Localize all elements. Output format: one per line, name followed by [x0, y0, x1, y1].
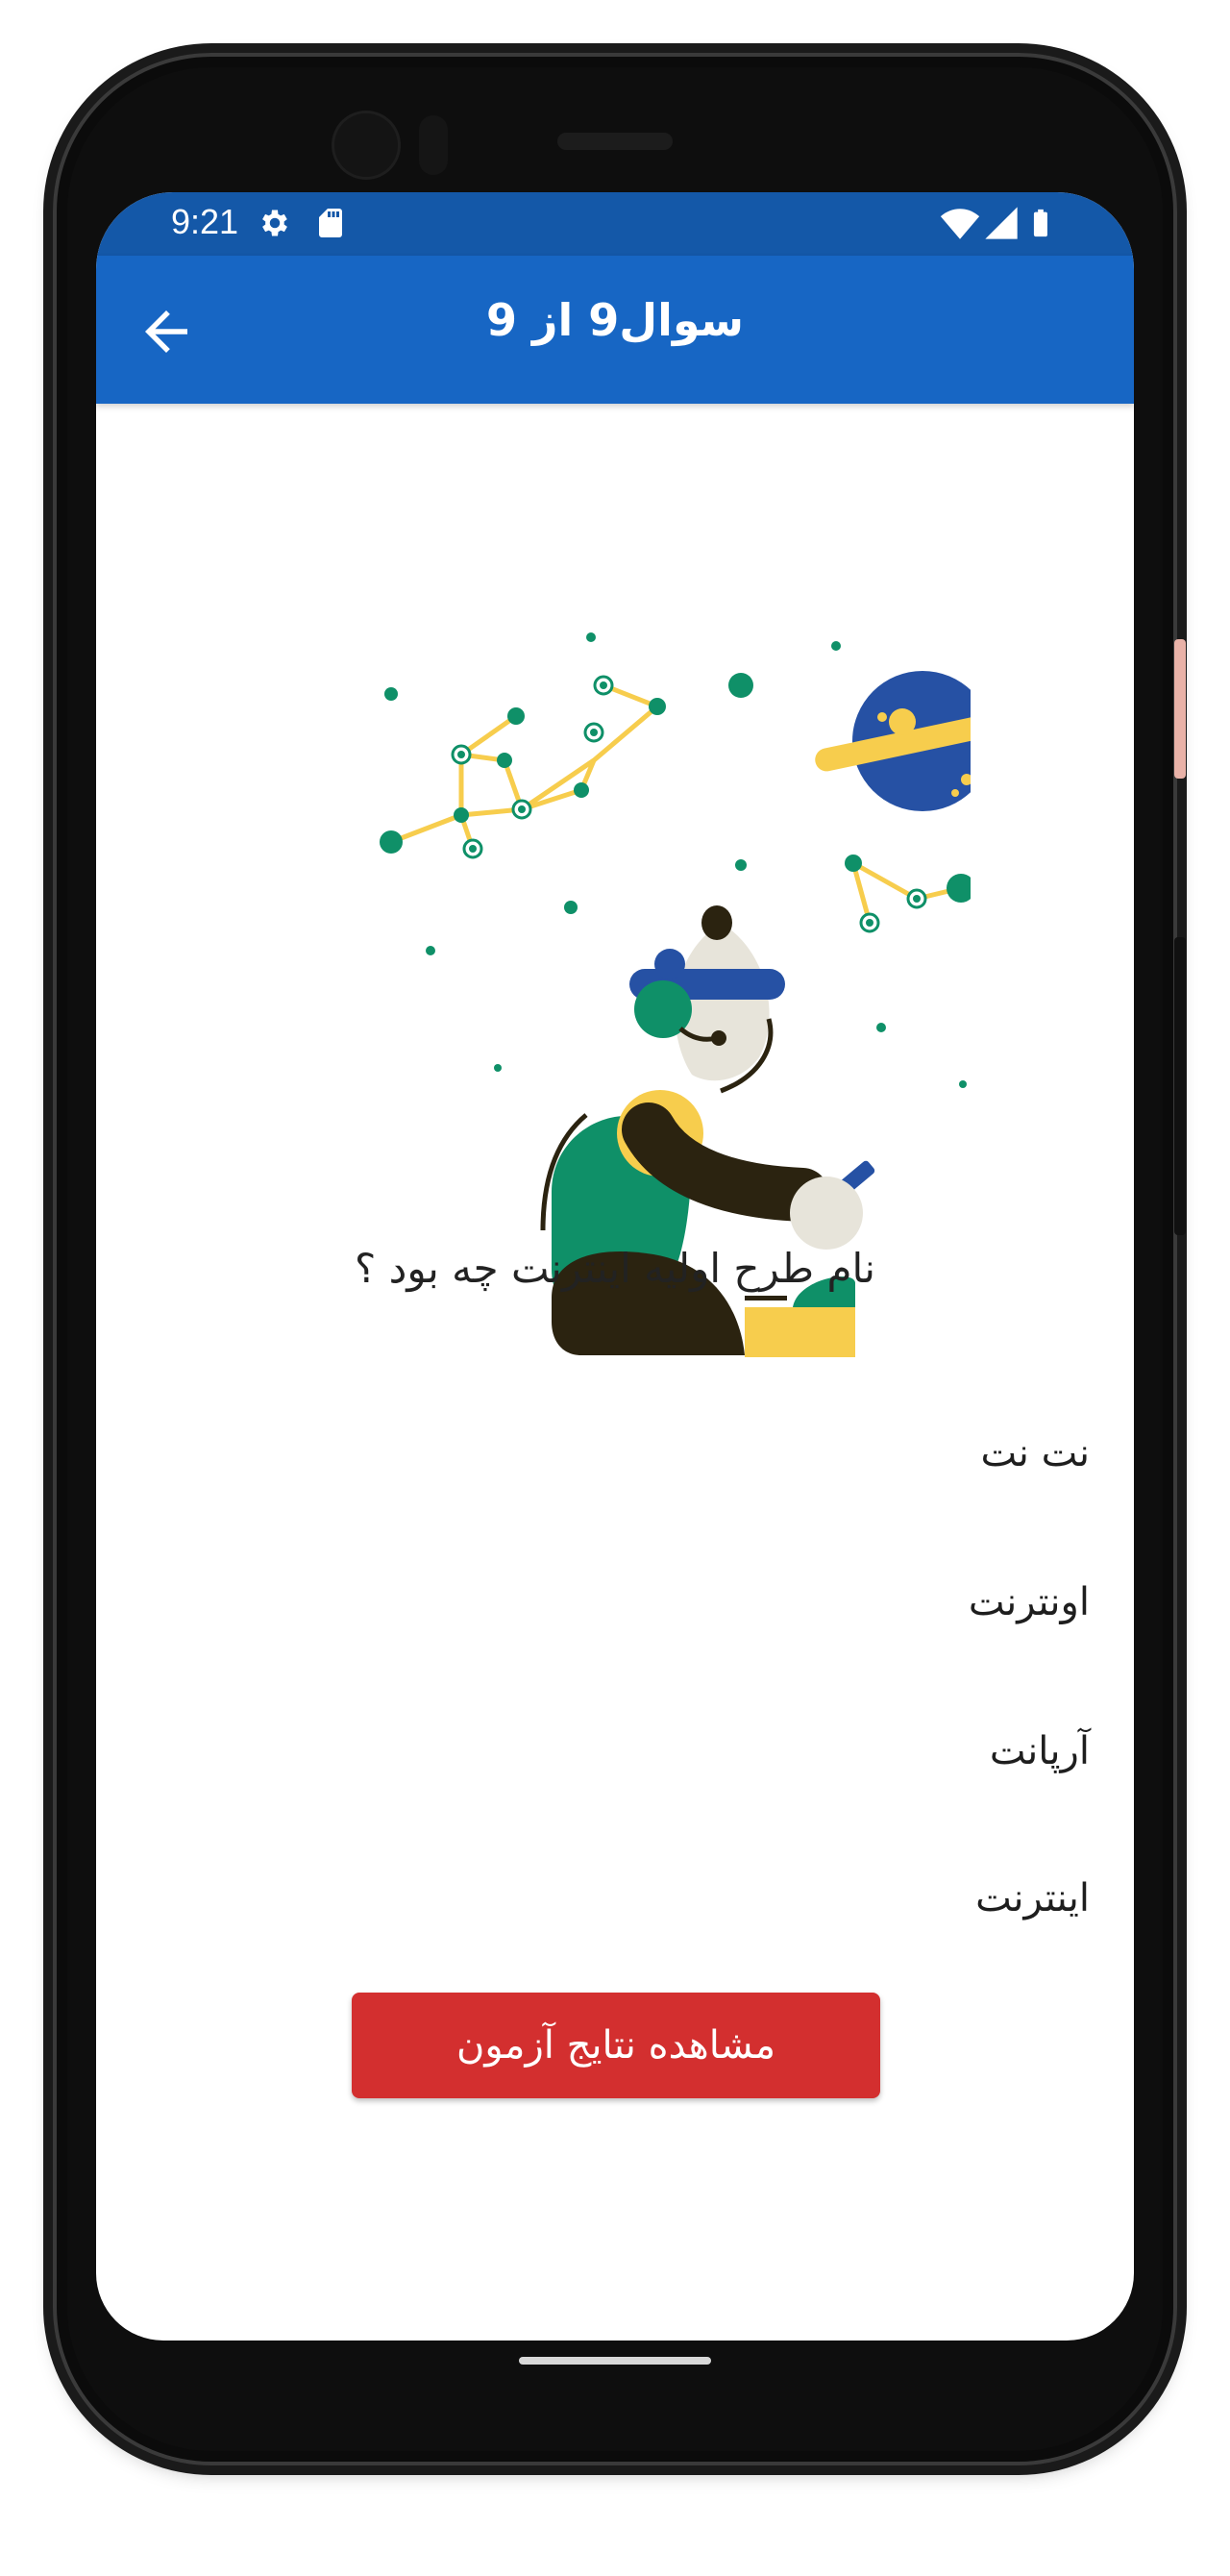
- status-bar: 9:21: [96, 192, 1134, 256]
- question-text: نام طرح اولیه اینترنت چه بود ؟: [355, 1245, 875, 1292]
- status-time: 9:21: [171, 202, 239, 241]
- earpiece-speaker: [557, 133, 673, 150]
- view-results-button[interactable]: مشاهده نتایج آزمون: [352, 1993, 880, 2098]
- front-camera: [334, 113, 398, 177]
- astronaut-illustration: [380, 632, 971, 1357]
- answer-option-1[interactable]: نت نت: [980, 1427, 1090, 1479]
- volume-button: [1174, 639, 1186, 779]
- signal-icon: [985, 207, 1018, 239]
- power-button: [1174, 937, 1186, 1235]
- answer-option-2[interactable]: اونترنت: [969, 1576, 1090, 1628]
- gesture-nav-handle[interactable]: [519, 2357, 711, 2365]
- settings-icon: [262, 210, 287, 236]
- app-bar: سوال9 از 9: [96, 256, 1134, 404]
- sd-card-icon: [319, 209, 342, 237]
- battery-icon: [1033, 209, 1047, 237]
- answer-option-4[interactable]: اینترنت: [975, 1872, 1090, 1924]
- wifi-icon: [940, 209, 980, 239]
- answer-option-3[interactable]: آرپانت: [990, 1725, 1090, 1777]
- proximity-sensor: [419, 115, 448, 175]
- page-title: سوال9 از 9: [485, 294, 745, 346]
- screen: 9:21 سوال9 از 9 نام طرح اولیه اینترنت چه…: [96, 192, 1134, 2341]
